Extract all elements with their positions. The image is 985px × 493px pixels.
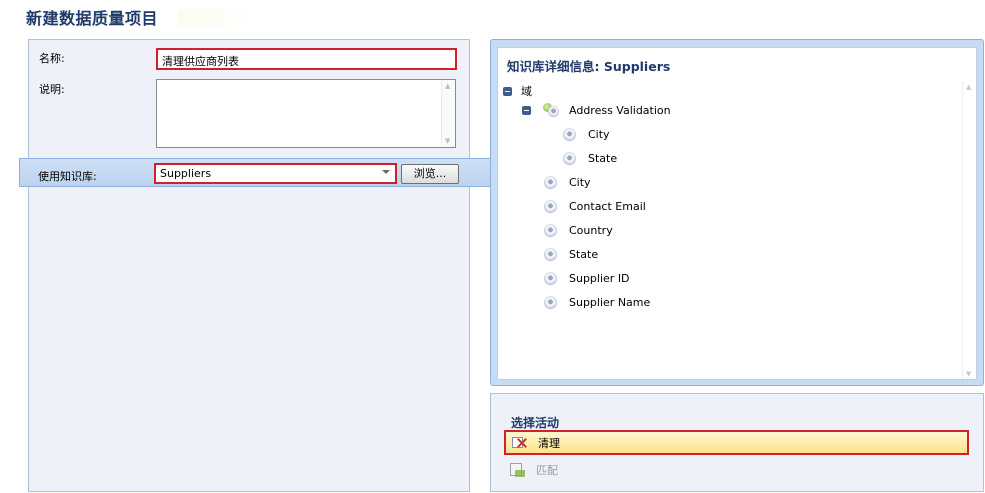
knowledge-base-select[interactable]: Suppliers — [154, 163, 397, 184]
domain-icon — [563, 127, 576, 141]
description-scrollbar[interactable]: ▲ ▼ — [441, 80, 455, 147]
activity-matching[interactable]: 匹配 — [510, 460, 710, 480]
tree-node-label: City — [588, 127, 610, 141]
cleanse-icon — [512, 436, 528, 450]
tree-node-label: Supplier ID — [569, 271, 630, 285]
tree-node-label: 域 — [521, 85, 532, 98]
scroll-up-icon[interactable]: ▲ — [966, 83, 971, 91]
knowledge-base-label: 使用知识库: — [38, 170, 97, 183]
activity-cleanse[interactable]: 清理 — [504, 430, 969, 455]
knowledge-base-details-title: 知识库详细信息: Suppliers — [507, 59, 671, 74]
domain-icon — [544, 271, 557, 285]
scroll-up-icon[interactable]: ▲ — [445, 82, 450, 90]
tree-node-label: Country — [569, 223, 613, 237]
title-shadow — [178, 9, 253, 27]
domain-icon — [563, 151, 576, 165]
select-activity-title: 选择活动 — [511, 416, 560, 430]
scroll-down-icon[interactable]: ▼ — [445, 137, 450, 145]
tree-node-label: City — [569, 175, 591, 189]
tree-node-domain[interactable]: State — [563, 150, 617, 166]
tree-node-label: State — [569, 247, 599, 261]
tree-node-domain[interactable]: City — [544, 174, 591, 190]
description-textarea[interactable]: ▲ ▼ — [156, 79, 456, 148]
tree-node-domain[interactable]: City — [563, 126, 610, 142]
collapse-icon[interactable] — [522, 105, 531, 115]
domain-icon — [544, 199, 557, 213]
collapse-icon[interactable] — [503, 86, 512, 96]
tree-node-label: Address Validation — [569, 103, 671, 117]
tree-node-domain[interactable]: State — [544, 246, 598, 262]
scroll-down-icon[interactable]: ▼ — [966, 370, 971, 378]
tree-node-label: State — [588, 151, 618, 165]
name-label: 名称: — [39, 52, 65, 65]
activity-label: 清理 — [538, 436, 560, 450]
tree-scrollbar[interactable]: ▲ ▼ — [962, 82, 976, 379]
description-label: 说明: — [39, 83, 65, 96]
domain-icon — [544, 223, 557, 237]
tree-node-domain[interactable]: Country — [544, 222, 613, 238]
domain-icon — [544, 247, 557, 261]
tree-node-label: Contact Email — [569, 199, 646, 213]
chevron-down-icon[interactable] — [382, 170, 390, 174]
tree-node-domain[interactable]: Supplier Name — [544, 294, 650, 310]
tree-node-composite-domain[interactable]: Address Validation — [522, 102, 671, 118]
page-title: 新建数据质量项目 — [26, 9, 159, 28]
composite-domain-icon — [543, 103, 561, 117]
name-input[interactable]: 清理供应商列表 — [156, 48, 457, 70]
matching-icon — [510, 462, 526, 478]
tree-node-domain[interactable]: Contact Email — [544, 198, 646, 214]
tree-node-label: Supplier Name — [569, 295, 651, 309]
browse-button[interactable]: 浏览... — [401, 164, 459, 184]
domain-icon — [544, 295, 557, 309]
domain-icon — [544, 175, 557, 189]
tree-node-domain[interactable]: Supplier ID — [544, 270, 630, 286]
activity-label: 匹配 — [536, 464, 558, 477]
knowledge-base-value: Suppliers — [160, 167, 212, 180]
tree-node-domains[interactable]: 域 — [503, 83, 532, 99]
